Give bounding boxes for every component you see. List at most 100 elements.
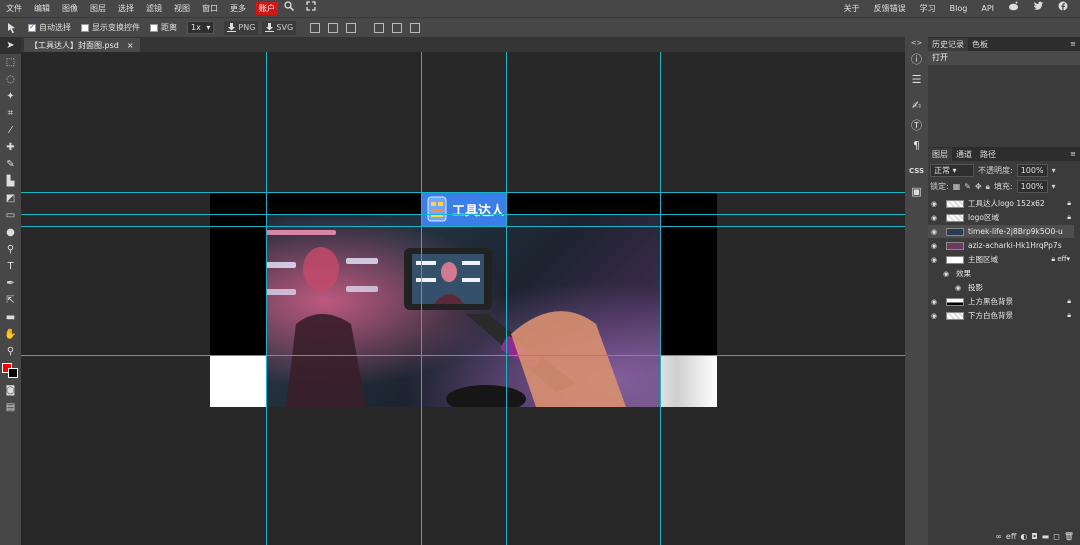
distance-check[interactable] <box>150 23 158 32</box>
stamp-tool-icon[interactable]: ▙ <box>0 173 21 190</box>
guide-vertical[interactable] <box>266 52 267 545</box>
move-tool-icon[interactable]: ➤ <box>0 37 21 54</box>
layer-effects-badge[interactable]: 🔒︎ eff▾ <box>1051 255 1070 264</box>
pen-tool-icon[interactable]: ✒ <box>0 275 21 292</box>
visibility-eye-icon[interactable]: ◉ <box>928 256 940 264</box>
text-tool-icon[interactable]: T <box>0 258 21 275</box>
magic-wand-tool-icon[interactable]: ✦ <box>0 88 21 105</box>
show-transform-check[interactable] <box>81 23 89 32</box>
lasso-tool-icon[interactable]: ◌ <box>0 71 21 88</box>
lock-transparent-icon[interactable]: ▦ <box>953 182 961 191</box>
panel-menu-icon[interactable]: ≡ <box>1066 38 1080 51</box>
lock-brush-icon[interactable]: ✎ <box>964 182 971 191</box>
menu-image[interactable]: 图像 <box>56 0 84 17</box>
tab-history[interactable]: 历史记录 <box>928 38 968 51</box>
layer-row[interactable]: ◉ 主图区域 🔒︎ eff▾ <box>928 253 1074 266</box>
move-tool-icon[interactable] <box>6 22 18 34</box>
mask-icon[interactable]: ◘ <box>1031 532 1037 541</box>
account-button[interactable]: 账户 <box>256 2 278 15</box>
menu-edit[interactable]: 编辑 <box>28 0 56 17</box>
shape-tool-icon[interactable]: ▬ <box>0 309 21 326</box>
opacity-input[interactable]: 100% <box>1016 164 1048 177</box>
tab-paths[interactable]: 路径 <box>976 148 1000 161</box>
marquee-tool-icon[interactable]: ⬚ <box>0 54 21 71</box>
link-icon[interactable]: ∞ <box>995 532 1002 541</box>
eraser-tool-icon[interactable]: ◩ <box>0 190 21 207</box>
layer-effect-row[interactable]: ◉ 投影 <box>928 281 1074 294</box>
fill-dropdown-icon[interactable]: ▾ <box>1052 182 1056 191</box>
facebook-icon[interactable] <box>1052 0 1074 17</box>
adjustment-icon[interactable]: ◐ <box>1020 532 1027 541</box>
folder-icon[interactable]: ▬ <box>1042 532 1050 541</box>
properties-icon[interactable]: ☰ <box>905 69 928 89</box>
crop-tool-icon[interactable]: ⌗ <box>0 105 21 122</box>
panel-menu-icon[interactable]: ≡ <box>1066 148 1080 161</box>
visibility-eye-icon[interactable]: ◉ <box>928 228 940 236</box>
visibility-eye-icon[interactable]: ◉ <box>940 270 952 278</box>
menu-select[interactable]: 选择 <box>112 0 140 17</box>
background-color-swatch[interactable] <box>8 368 18 378</box>
menu-more[interactable]: 更多 <box>224 0 252 17</box>
history-item[interactable]: 打开 <box>928 51 1080 65</box>
menu-file[interactable]: 文件 <box>0 0 28 17</box>
fill-input[interactable]: 100% <box>1016 180 1048 193</box>
align-bottom-icon[interactable] <box>410 22 421 33</box>
export-svg-button[interactable]: SVG <box>262 20 297 35</box>
healing-tool-icon[interactable]: ✚ <box>0 139 21 156</box>
layer-row[interactable]: ◉ 下方白色背景 🔒︎ <box>928 309 1074 322</box>
guide-vertical[interactable] <box>660 52 661 545</box>
eyedropper-tool-icon[interactable]: ⁄ <box>0 122 21 139</box>
tab-layers[interactable]: 图层 <box>928 148 952 161</box>
align-right-icon[interactable] <box>346 22 357 33</box>
visibility-eye-icon[interactable]: ◉ <box>928 312 940 320</box>
show-transform-checkbox[interactable]: 显示变换控件 <box>81 22 140 33</box>
brush-tool-icon[interactable]: ✎ <box>0 156 21 173</box>
guide-horizontal[interactable] <box>21 214 905 215</box>
blur-tool-icon[interactable]: ● <box>0 224 21 241</box>
new-layer-icon[interactable]: ◻ <box>1053 532 1060 541</box>
guide-horizontal[interactable] <box>21 226 905 227</box>
layer-row[interactable]: ◉ 上方黑色背景 🔒︎ <box>928 295 1074 308</box>
auto-select-checkbox[interactable]: 自动选择 <box>28 22 71 33</box>
quick-mask-icon[interactable]: ◙ <box>0 382 21 399</box>
align-left-icon[interactable] <box>310 22 321 33</box>
auto-select-check[interactable] <box>28 22 36 32</box>
lock-all-icon[interactable]: 🔒︎ <box>986 182 990 192</box>
layer-effects-row[interactable]: ◉ 效果 <box>928 267 1074 280</box>
css-button[interactable]: CSS <box>905 161 928 181</box>
menu-about[interactable]: 关于 <box>838 0 866 17</box>
visibility-eye-icon[interactable]: ◉ <box>928 298 940 306</box>
menu-blog[interactable]: Blog <box>944 0 974 17</box>
distance-checkbox[interactable]: 距离 <box>150 22 177 33</box>
collapse-strip-icon[interactable]: <> <box>905 37 928 49</box>
tab-swatches[interactable]: 色板 <box>968 38 992 51</box>
guide-horizontal[interactable] <box>21 192 905 193</box>
align-center-h-icon[interactable] <box>328 22 339 33</box>
dodge-tool-icon[interactable]: ⚲ <box>0 241 21 258</box>
canvas-area[interactable]: 工具达人 <box>21 52 905 545</box>
character-icon[interactable]: Ⓣ <box>905 115 928 135</box>
menu-feedback[interactable]: 反馈错误 <box>868 0 912 17</box>
image-icon[interactable]: ▣ <box>905 181 928 201</box>
menu-view[interactable]: 视图 <box>168 0 196 17</box>
blend-mode-select[interactable]: 正常 ▾ <box>930 164 974 177</box>
tab-channels[interactable]: 通道 <box>952 148 976 161</box>
menu-api[interactable]: API <box>975 0 1000 17</box>
hand-tool-icon[interactable]: ✋ <box>0 326 21 343</box>
fullscreen-icon[interactable] <box>300 0 322 17</box>
document-tab[interactable]: 【工具达人】封面图.psd × <box>24 38 140 52</box>
close-tab-icon[interactable]: × <box>127 41 134 50</box>
layer-row-selected[interactable]: ◉ timek-life-2j8Brp9k5O0-u <box>928 225 1074 238</box>
paragraph-icon[interactable]: ¶ <box>905 135 928 155</box>
visibility-eye-icon[interactable]: ◉ <box>928 214 940 222</box>
layer-row[interactable]: ◉ logo区域 🔒︎ <box>928 211 1074 224</box>
visibility-eye-icon[interactable]: ◉ <box>928 200 940 208</box>
guide-vertical[interactable] <box>506 52 507 545</box>
brush-settings-icon[interactable]: ✍ <box>905 95 928 115</box>
effects-icon[interactable]: eff <box>1006 532 1016 541</box>
guide-horizontal[interactable] <box>21 355 905 356</box>
visibility-eye-icon[interactable]: ◉ <box>952 284 964 292</box>
align-top-icon[interactable] <box>374 22 385 33</box>
lock-move-icon[interactable]: ✥ <box>975 182 982 191</box>
twitter-icon[interactable] <box>1027 0 1050 17</box>
